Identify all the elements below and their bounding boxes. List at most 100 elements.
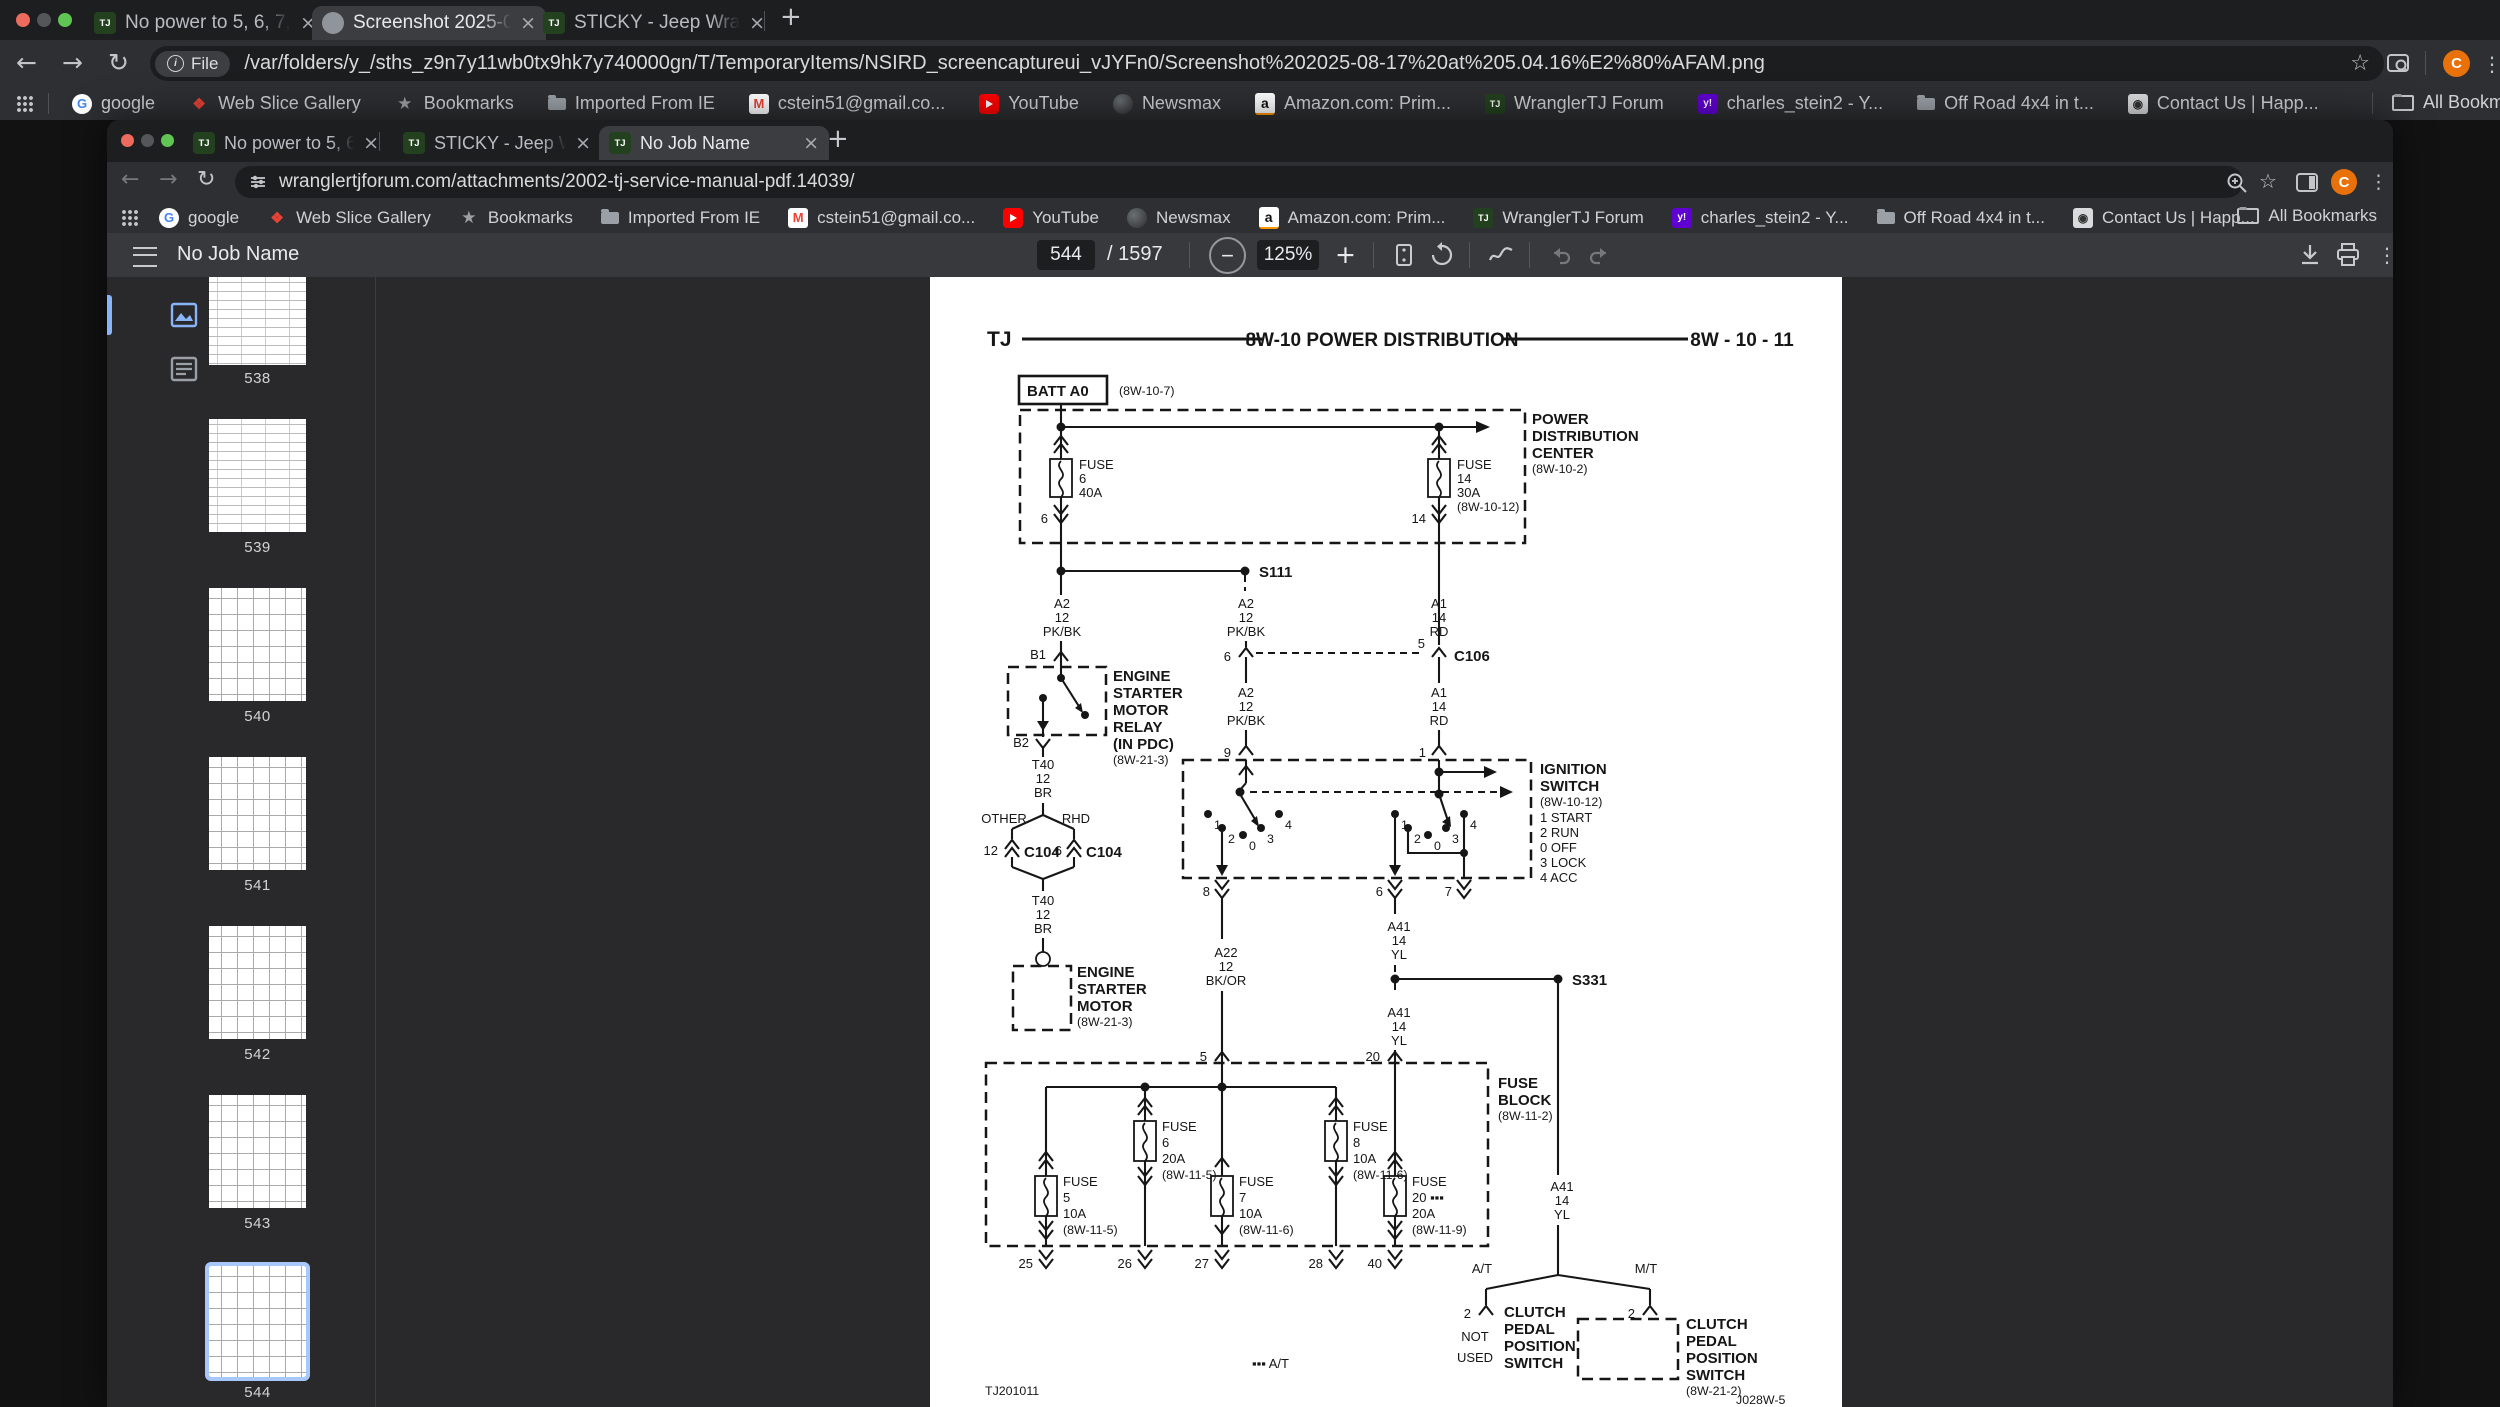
apps-grid-icon xyxy=(121,209,138,226)
print-icon[interactable] xyxy=(2335,242,2361,268)
thumbnail-page-542[interactable] xyxy=(209,926,306,1039)
bookmark-gmail[interactable]: Mcstein51@gmail.co... xyxy=(749,93,945,114)
thumbnail-page-543[interactable] xyxy=(209,1095,306,1208)
screen: TJ No power to 5, 6, 7, and 8 fu × Scree… xyxy=(0,0,2500,1407)
bookmark-wranglertj-forum[interactable]: TJWranglerTJ Forum xyxy=(1485,93,1664,114)
svg-text:FUSE: FUSE xyxy=(1079,457,1114,472)
thumbnail-page-540[interactable] xyxy=(209,588,306,701)
page-number-input[interactable]: 544 xyxy=(1037,240,1095,270)
redo-icon[interactable] xyxy=(1587,242,1613,268)
svg-text:5: 5 xyxy=(1063,1190,1070,1205)
close-window-light[interactable] xyxy=(16,13,30,27)
file-scheme-chip[interactable]: i File xyxy=(155,51,230,77)
apps-grid-icon[interactable] xyxy=(16,95,33,112)
all-bookmarks-button[interactable]: All Bookmarks xyxy=(2392,92,2500,113)
svg-text:BLOCK: BLOCK xyxy=(1498,1092,1551,1109)
minimize-window-light[interactable] xyxy=(37,13,51,27)
bookmark-web-slice-gallery[interactable]: ❖Web Slice Gallery xyxy=(189,93,361,114)
thumbnail-page-541[interactable] xyxy=(209,757,306,870)
bookmark-bookmarks[interactable]: ★Bookmarks xyxy=(395,93,514,114)
pdf-page-544: TJ 8W-10 POWER DISTRIBUTION 8W - 10 - 11… xyxy=(930,277,1842,1407)
svg-text:PK/BK: PK/BK xyxy=(1227,713,1266,728)
bookmark-items: Ggoogle ❖Web Slice Gallery ★Bookmarks Im… xyxy=(159,202,2255,233)
thumbnail-label: 544 xyxy=(205,1384,310,1401)
svg-text:CENTER: CENTER xyxy=(1532,445,1594,462)
svg-text:(8W-11-5): (8W-11-5) xyxy=(1063,1223,1118,1237)
svg-text:12: 12 xyxy=(1036,907,1050,922)
svg-text:6: 6 xyxy=(1079,471,1086,486)
url-text: /var/folders/y_/sths_z9n7y11wb0tx9hk7y74… xyxy=(244,52,2350,75)
reload-icon: ↻ xyxy=(197,167,215,192)
bookmark-gmail: Mcstein51@gmail.co... xyxy=(788,208,975,228)
close-tab-icon: × xyxy=(363,132,379,154)
bookmark-youtube[interactable]: YouTube xyxy=(979,93,1079,114)
svg-text:POSITION: POSITION xyxy=(1504,1338,1576,1355)
wire-labels: A2 12 PK/BK A2 12 PK/BK A1 14 RD xyxy=(1043,596,1449,639)
thumbnail-page-544-selected[interactable] xyxy=(209,1266,306,1377)
svg-text:FUSE: FUSE xyxy=(1063,1174,1098,1189)
zoom-out-button[interactable]: − xyxy=(1209,237,1246,274)
outer-tab-strip: TJ No power to 5, 6, 7, and 8 fu × Scree… xyxy=(0,0,2500,40)
svg-text:FUSE: FUSE xyxy=(1239,1174,1274,1189)
fuse-block: FUSE BLOCK (8W-11-2) 25 xyxy=(986,1063,1553,1271)
outer-tab-2-active[interactable]: Screenshot 2025-08-17 at 5.0 × xyxy=(312,6,546,40)
bookmark-items: Ggoogle ❖Web Slice Gallery ★Bookmarks Im… xyxy=(72,87,2319,120)
bookmark-star-icon[interactable]: ☆ xyxy=(2350,51,2370,76)
thumbnail-page-539[interactable] xyxy=(209,419,306,532)
bookmark-contact-us: ◉Contact Us | Happ... xyxy=(2073,208,2255,228)
back-icon[interactable]: ← xyxy=(16,48,37,77)
inner-address-bar: wranglertjforum.com/attachments/2002-tj-… xyxy=(235,166,2243,198)
outer-bookmarks-bar: Ggoogle ❖Web Slice Gallery ★Bookmarks Im… xyxy=(0,87,2500,120)
svg-text:FUSE: FUSE xyxy=(1457,457,1492,472)
svg-text:NOT: NOT xyxy=(1461,1329,1489,1344)
forward-icon[interactable]: → xyxy=(62,48,83,77)
viewer-side-rail xyxy=(107,277,205,1407)
bookmark-off-road[interactable]: Off Road 4x4 in t... xyxy=(1917,93,2094,114)
thumbnail-page-538[interactable] xyxy=(209,277,306,365)
svg-text:MOTOR: MOTOR xyxy=(1077,998,1133,1015)
splice-s111: S111 xyxy=(1057,564,1293,591)
download-icon[interactable] xyxy=(2297,242,2323,268)
bookmark-newsmax[interactable]: Newsmax xyxy=(1113,93,1221,114)
outer-address-bar[interactable]: i File /var/folders/y_/sths_z9n7y11wb0tx… xyxy=(150,46,2384,81)
svg-text:M/T: M/T xyxy=(1635,1261,1657,1276)
menu-hamburger-icon[interactable] xyxy=(133,247,157,267)
close-tab-icon[interactable]: × xyxy=(749,12,765,34)
svg-text:40A: 40A xyxy=(1079,485,1102,500)
profile-avatar: C xyxy=(2331,169,2357,195)
inner-tab-1: TJ No power to 5, 6, 7, and 8 fu × xyxy=(183,126,389,160)
outer-tab-3[interactable]: TJ STICKY - Jeep Wrangler TJ F × xyxy=(533,6,775,40)
back-icon: ← xyxy=(121,167,139,192)
zoom-in-button[interactable]: + xyxy=(1335,240,1356,269)
annotate-pen-icon[interactable] xyxy=(1487,242,1515,268)
bookmark-bookmarks: ★Bookmarks xyxy=(459,208,573,228)
svg-text:(8W-11-6): (8W-11-6) xyxy=(1353,1168,1408,1182)
bookmark-yahoo[interactable]: y!charles_stein2 - Y... xyxy=(1698,93,1883,114)
svg-text:(8W-10-12): (8W-10-12) xyxy=(1457,500,1519,514)
forward-icon: → xyxy=(159,167,177,192)
undo-icon[interactable] xyxy=(1547,242,1573,268)
maximize-window-light[interactable] xyxy=(58,13,72,27)
fit-page-icon[interactable] xyxy=(1391,242,1417,268)
new-tab-button[interactable]: + xyxy=(780,2,802,32)
profile-avatar[interactable]: C xyxy=(2443,50,2470,77)
svg-text:0 OFF: 0 OFF xyxy=(1540,840,1577,855)
menu-kebab-icon[interactable]: ⋮ xyxy=(2482,52,2500,76)
url-text: wranglertjforum.com/attachments/2002-tj-… xyxy=(279,171,2229,193)
rotate-icon[interactable] xyxy=(1429,242,1455,268)
window-search-icon[interactable] xyxy=(2385,51,2411,77)
bookmark-newsmax: Newsmax xyxy=(1127,208,1231,228)
bookmark-amazon[interactable]: aAmazon.com: Prim... xyxy=(1255,93,1451,115)
outer-tab-1[interactable]: TJ No power to 5, 6, 7, and 8 fu × xyxy=(84,6,326,40)
thumbnails-view-icon[interactable] xyxy=(164,295,204,335)
svg-text:PK/BK: PK/BK xyxy=(1043,624,1082,639)
menu-kebab-icon[interactable]: ⋮ xyxy=(2377,243,2393,267)
bookmark-google[interactable]: Ggoogle xyxy=(72,93,155,114)
bookmark-imported-from-ie[interactable]: Imported From IE xyxy=(548,93,715,114)
outline-view-icon[interactable] xyxy=(164,349,204,389)
thumbnail-label: 543 xyxy=(205,1215,310,1232)
bookmark-contact-us[interactable]: ◉Contact Us | Happ... xyxy=(2128,93,2319,114)
zoom-level-input[interactable]: 125% xyxy=(1257,240,1319,270)
yahoo-favicon: y! xyxy=(1698,94,1718,114)
reload-icon[interactable]: ↻ xyxy=(108,48,129,77)
